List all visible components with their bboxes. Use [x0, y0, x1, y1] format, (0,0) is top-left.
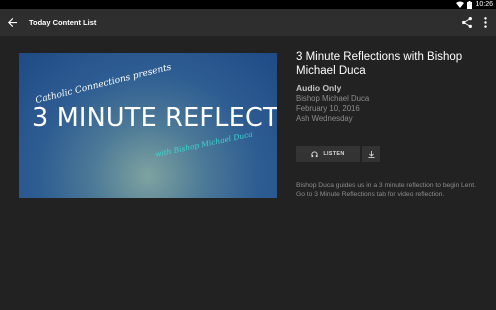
episode-details: 3 Minute Reflections with Bishop Michael…	[296, 50, 486, 124]
description-line-1: Bishop Duca guides us in a 3 minute refl…	[296, 182, 476, 189]
episode-actions: LISTEN	[296, 146, 380, 162]
status-bar: 10:26	[0, 0, 496, 9]
episode-author: Bishop Michael Duca	[296, 94, 370, 103]
page-title: Today Content List	[29, 18, 97, 27]
episode-title: 3 Minute Reflections with Bishop Michael…	[296, 51, 463, 77]
content-area: Catholic Connections presents 3 MINUTE R…	[0, 36, 496, 310]
episode-date: February 10, 2016	[296, 104, 360, 113]
share-button[interactable]	[460, 15, 474, 29]
episode-occasion: Ash Wednesday	[296, 114, 353, 123]
battery-icon	[467, 0, 473, 9]
artwork-host-text: with Bishop Michael Duca	[154, 129, 254, 159]
share-icon	[462, 16, 472, 28]
more-vert-icon	[483, 16, 487, 28]
listen-button[interactable]: LISTEN	[296, 146, 360, 162]
description-line-2: Go to 3 Minute Reflections tab for video…	[296, 191, 445, 198]
wifi-icon	[456, 1, 465, 8]
artwork-presenter-text: Catholic Connections presents	[34, 62, 173, 106]
artwork-title-text: 3 MINUTE REFLECTIONS	[32, 103, 277, 133]
listen-label: LISTEN	[323, 151, 345, 157]
download-button[interactable]	[362, 146, 380, 162]
app-toolbar: Today Content List	[0, 9, 496, 36]
episode-type: Audio Only	[296, 83, 342, 93]
status-time: 10:26	[475, 1, 493, 8]
episode-description: Bishop Duca guides us in a 3 minute refl…	[296, 181, 486, 199]
download-icon	[367, 150, 375, 158]
overflow-menu-button[interactable]	[479, 15, 491, 29]
back-arrow-icon	[7, 17, 17, 27]
status-right: 10:26	[456, 0, 493, 9]
episode-artwork: Catholic Connections presents 3 MINUTE R…	[19, 53, 277, 198]
headphones-icon	[311, 150, 318, 157]
back-button[interactable]	[4, 14, 20, 30]
